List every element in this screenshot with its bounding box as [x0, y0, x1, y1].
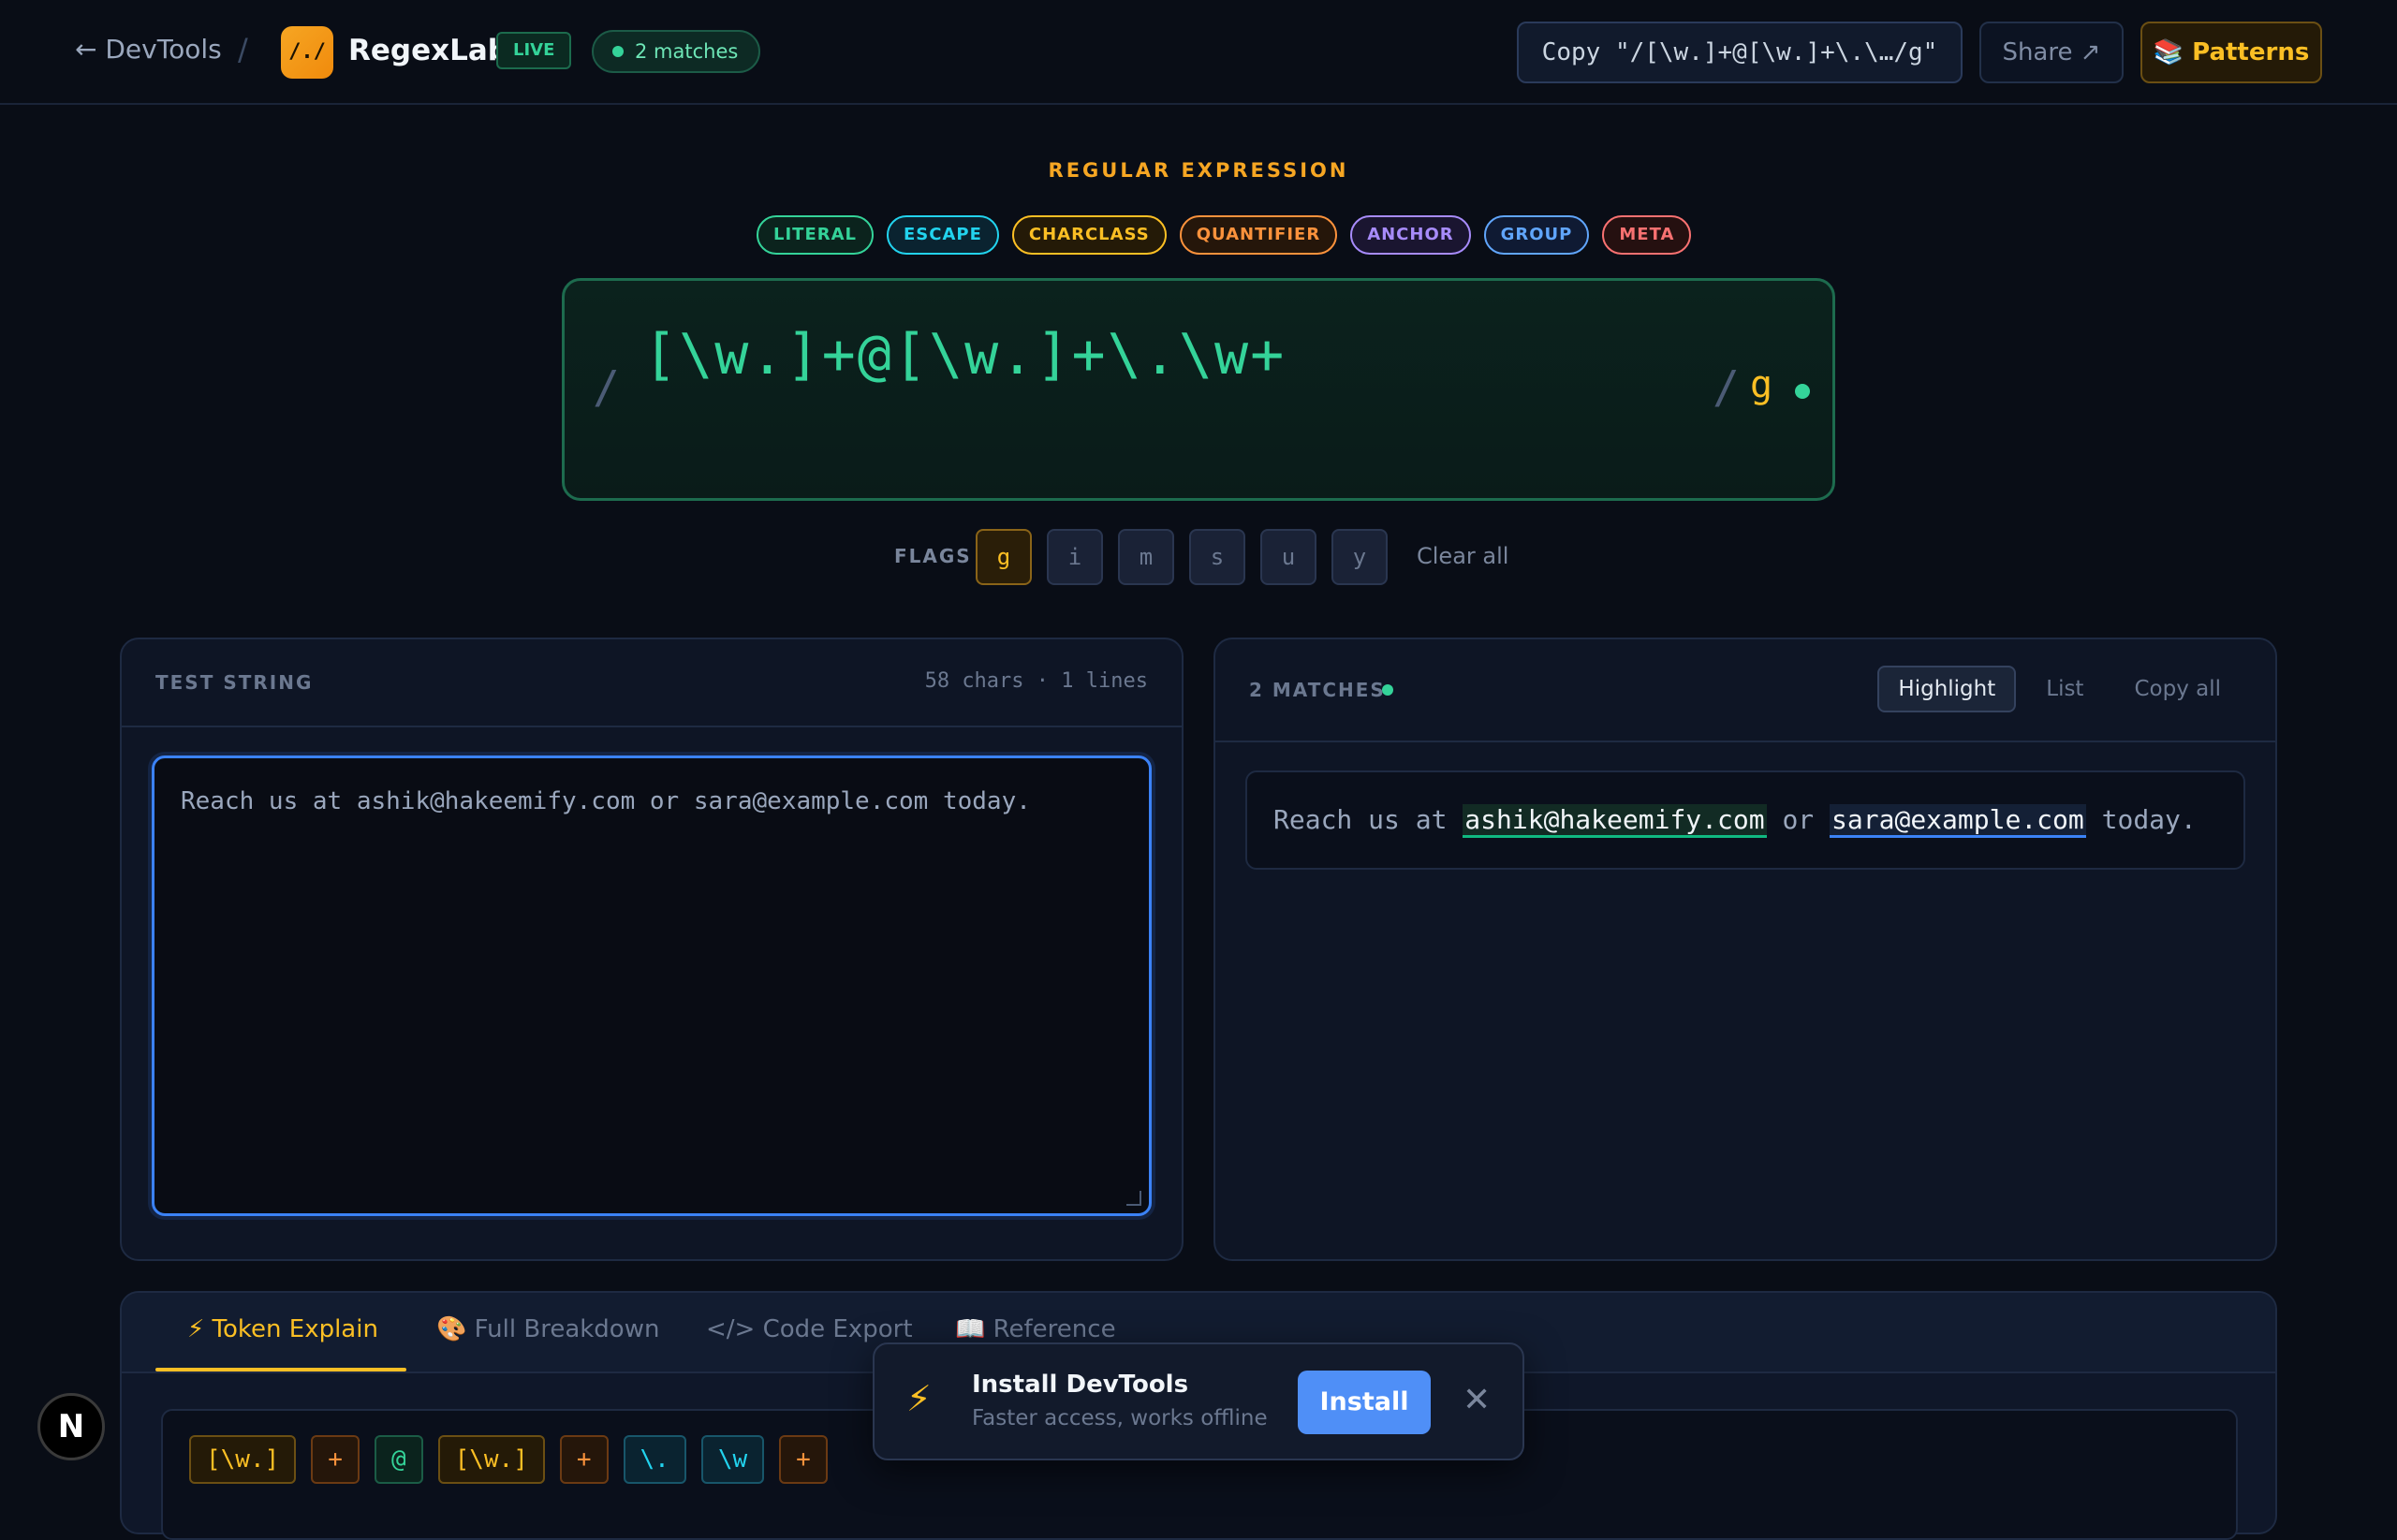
flag-y-toggle[interactable]: y — [1331, 529, 1388, 585]
back-to-devtools-link[interactable]: ← DevTools — [75, 34, 222, 65]
result-text-mid: or — [1766, 804, 1831, 835]
legend-charclass: CHARCLASS — [1011, 215, 1167, 255]
match-count-label: 2 matches — [635, 40, 739, 63]
matches-header: 2 MATCHES Highlight List Copy all — [1215, 639, 2275, 742]
token-chip[interactable]: \. — [623, 1435, 686, 1484]
live-badge: LIVE — [496, 32, 572, 69]
regex-input[interactable]: / [\w.]+@[\w.]+\.\w+ / g — [562, 278, 1835, 501]
highlight-view-button[interactable]: Highlight — [1877, 666, 2017, 712]
clear-all-flags-button[interactable]: Clear all — [1417, 543, 1508, 569]
legend-quantifier: QUANTIFIER — [1179, 215, 1338, 255]
legend-escape: ESCAPE — [887, 215, 999, 255]
token-chip[interactable]: + — [559, 1435, 609, 1484]
result-text-post: today. — [2085, 804, 2197, 835]
tab-full-breakdown[interactable]: 🎨 Full Breakdown — [436, 1315, 659, 1343]
flags-label: FLAGS — [894, 545, 972, 567]
toast-title: Install DevTools — [972, 1371, 1189, 1399]
token-chip[interactable]: + — [779, 1435, 828, 1484]
valid-status-dot-icon — [1795, 384, 1810, 399]
app-title: RegexLab — [348, 34, 508, 67]
match-count-pill: 2 matches — [592, 30, 761, 73]
test-string-header: TEST STRING 58 chars · 1 lines — [122, 639, 1182, 727]
patterns-button[interactable]: 📚 Patterns — [2140, 22, 2322, 83]
regex-delimiter-close: / — [1713, 361, 1740, 414]
test-string-panel: TEST STRING 58 chars · 1 lines Reach us … — [120, 638, 1184, 1261]
matches-status-dot-icon — [1382, 684, 1393, 696]
share-button[interactable]: Share ↗ — [1979, 22, 2124, 83]
test-string-value: Reach us at ashik@hakeemify.com or sara@… — [181, 787, 1031, 815]
framework-badge-icon[interactable]: N — [37, 1393, 105, 1460]
flag-s-toggle[interactable]: s — [1189, 529, 1245, 585]
tab-reference[interactable]: 📖 Reference — [955, 1315, 1116, 1343]
tab-token-explain[interactable]: ⚡ Token Explain — [187, 1315, 378, 1343]
breadcrumb-separator: / — [238, 32, 248, 67]
legend-literal: LITERAL — [757, 215, 875, 255]
token-chip[interactable]: [\w.] — [189, 1435, 297, 1484]
highlighted-result: Reach us at ashik@hakeemify.com or sara@… — [1245, 770, 2245, 870]
install-toast: ⚡ Install DevTools Faster access, works … — [873, 1342, 1524, 1460]
regex-section-label: REGULAR EXPRESSION — [1048, 159, 1349, 182]
flag-g-toggle[interactable]: g — [976, 529, 1032, 585]
test-string-textarea[interactable]: Reach us at ashik@hakeemify.com or sara@… — [152, 755, 1152, 1216]
toast-subtitle: Faster access, works offline — [972, 1406, 1268, 1430]
flag-u-toggle[interactable]: u — [1260, 529, 1316, 585]
legend-group: GROUP — [1483, 215, 1590, 255]
regex-pattern-text[interactable]: [\w.]+@[\w.]+\.\w+ — [643, 322, 1286, 388]
token-legend: LITERAL ESCAPE CHARCLASS QUANTIFIER ANCH… — [757, 215, 1692, 257]
token-chips: [\w.] + @ [\w.] + \. \w + — [189, 1435, 828, 1484]
copy-regex-button[interactable]: Copy "/[\w.]+@[\w.]+\.\…/g" — [1517, 22, 1963, 83]
regexlab-logo: /./ — [281, 26, 333, 79]
matches-view-toggle: Highlight List Copy all — [1877, 666, 2242, 712]
close-icon[interactable]: ✕ — [1463, 1380, 1491, 1421]
regex-flags-suffix: g — [1750, 363, 1773, 406]
list-view-button[interactable]: List — [2025, 666, 2104, 712]
flag-i-toggle[interactable]: i — [1047, 529, 1103, 585]
tab-code-export[interactable]: </> Code Export — [706, 1315, 913, 1343]
active-tab-indicator — [155, 1368, 406, 1371]
match-highlight-2[interactable]: sara@example.com — [1830, 804, 2086, 838]
copy-all-button[interactable]: Copy all — [2113, 666, 2242, 712]
regex-delimiter-open: / — [593, 361, 620, 414]
result-text-pre: Reach us at — [1273, 804, 1463, 835]
token-chip[interactable]: + — [311, 1435, 360, 1484]
top-header: ← DevTools / /./ RegexLab LIVE 2 matches… — [0, 0, 2397, 105]
status-dot-icon — [612, 46, 624, 57]
match-highlight-1[interactable]: ashik@hakeemify.com — [1463, 804, 1767, 838]
test-string-title: TEST STRING — [155, 671, 314, 694]
matches-panel: 2 MATCHES Highlight List Copy all Reach … — [1213, 638, 2277, 1261]
legend-anchor: ANCHOR — [1350, 215, 1471, 255]
flag-m-toggle[interactable]: m — [1118, 529, 1174, 585]
lightning-icon: ⚡ — [906, 1378, 932, 1419]
resize-handle-icon[interactable] — [1126, 1191, 1141, 1206]
token-chip[interactable]: [\w.] — [437, 1435, 545, 1484]
legend-meta: META — [1602, 215, 1692, 255]
install-button[interactable]: Install — [1298, 1371, 1431, 1434]
matches-title: 2 MATCHES — [1249, 679, 1386, 701]
token-chip[interactable]: @ — [374, 1435, 423, 1484]
token-chip[interactable]: \w — [700, 1435, 765, 1484]
test-string-stats: 58 chars · 1 lines — [924, 669, 1148, 693]
